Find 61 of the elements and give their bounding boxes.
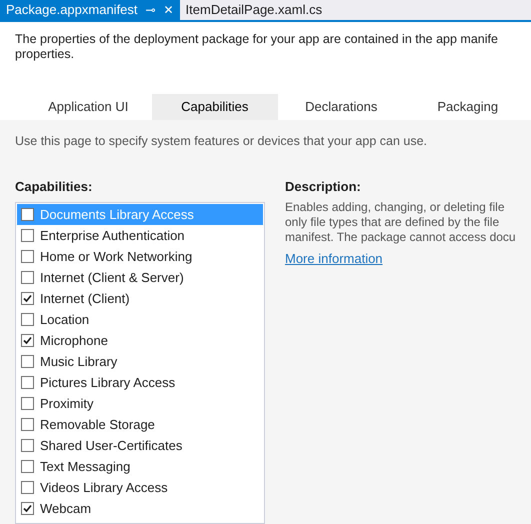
tab[interactable]: Capabilities (152, 94, 278, 120)
tab-label: Package.appxmanifest (6, 1, 138, 20)
checkbox[interactable] (21, 334, 34, 348)
capabilities-heading: Capabilities: (15, 178, 94, 196)
capability-label: Videos Library Access (40, 479, 168, 497)
checkbox[interactable] (21, 271, 34, 284)
capability-label: Music Library (40, 353, 118, 371)
checkbox[interactable] (21, 313, 34, 326)
checkbox[interactable] (21, 460, 34, 474)
capability-item[interactable]: Removable Storage (17, 414, 263, 436)
checkbox[interactable] (21, 355, 34, 368)
pin-icon[interactable]: ⊸ (146, 1, 156, 19)
capability-item[interactable]: Internet (Client & Server) (17, 267, 263, 288)
description-heading: Description: (285, 178, 362, 196)
more-information-link[interactable]: More information (285, 249, 516, 269)
check-icon (23, 504, 32, 514)
check-icon (23, 336, 32, 346)
instructions-text: Use this page to specify system features or devices that your app can use. (14, 133, 428, 150)
checkbox[interactable] (21, 439, 34, 452)
capability-label: Webcam (40, 500, 92, 518)
capability-item[interactable]: Pictures Library Access (17, 372, 263, 394)
capability-label: Documents Library Access (40, 206, 194, 224)
checkbox[interactable] (21, 250, 34, 264)
checkbox[interactable] (21, 292, 34, 306)
capability-label: Enterprise Authentication (40, 227, 185, 245)
capability-item[interactable]: Microphone (17, 330, 263, 352)
capability-label: Proximity (40, 395, 94, 413)
capability-item[interactable]: Webcam (17, 498, 263, 520)
capability-item[interactable]: Proximity (17, 393, 263, 414)
capability-item[interactable]: Home or Work Networking (17, 246, 263, 268)
checkbox[interactable] (21, 502, 34, 516)
capability-label: Internet (Client) (40, 290, 130, 308)
capability-item[interactable]: Videos Library Access (17, 477, 263, 498)
capability-label: Shared User-Certificates (40, 437, 182, 455)
checkbox[interactable] (21, 376, 34, 390)
checkbox[interactable] (21, 481, 34, 494)
intro-text: properties. (15, 47, 76, 62)
capability-item[interactable]: Location (17, 309, 263, 330)
capability-label: Text Messaging (40, 458, 130, 476)
capability-item[interactable]: Text Messaging (17, 456, 263, 478)
capability-item[interactable]: Shared User-Certificates (17, 435, 263, 456)
description-text: manifest. The package cannot access docu (285, 230, 516, 246)
checkbox[interactable] (21, 418, 34, 432)
capability-label: Home or Work Networking (40, 248, 192, 266)
description-text: Enables adding, changing, or deleting file (285, 200, 506, 216)
capability-item[interactable]: Music Library (17, 351, 263, 372)
document-tab[interactable]: Package.appxmanifest ⊸ ✕ (0, 0, 180, 20)
capability-label: Pictures Library Access (40, 374, 176, 392)
capability-item[interactable]: Enterprise Authentication (17, 225, 263, 246)
check-icon (23, 294, 32, 304)
close-icon[interactable]: ✕ (164, 1, 174, 19)
capability-label: Microphone (40, 332, 108, 350)
capability-label: Removable Storage (40, 416, 155, 434)
capability-label: Internet (Client & Server) (40, 269, 184, 287)
intro-text: The properties of the deployment package for your app are contained in the app manife (15, 32, 499, 47)
checkbox[interactable] (21, 397, 34, 410)
checkbox[interactable] (21, 208, 34, 222)
checkbox[interactable] (21, 229, 34, 242)
capability-item[interactable]: Internet (Client) (17, 288, 263, 310)
description-text: only file types that are defined by the file (285, 215, 500, 230)
capability-label: Location (40, 311, 90, 329)
